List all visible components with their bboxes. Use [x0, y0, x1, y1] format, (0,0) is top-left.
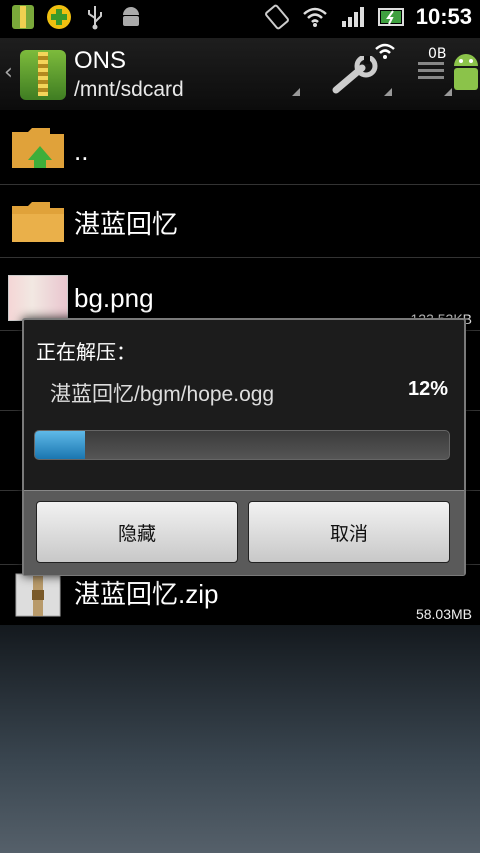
battery-icon	[377, 4, 404, 30]
hide-button[interactable]: 隐藏	[36, 501, 238, 563]
wallpaper	[0, 625, 480, 853]
app-title: ONS	[74, 47, 127, 74]
image-thumbnail-icon	[8, 275, 68, 321]
file-name: bg.png	[74, 283, 154, 313]
back-icon[interactable]: ‹	[4, 60, 13, 85]
tools-dropdown-icon[interactable]	[384, 88, 392, 96]
wifi-icon	[302, 4, 328, 30]
plus-icon	[46, 4, 72, 30]
file-size: 58.03MB	[415, 606, 472, 622]
notification-icon	[10, 4, 36, 30]
dialog-button-bar: 隐藏 取消	[24, 490, 464, 575]
extracting-file-name: 湛蓝回忆/bgm/hope.ogg	[50, 383, 275, 406]
folder-icon	[10, 198, 66, 244]
progress-percent: 12%	[407, 378, 448, 400]
clock: 10:53	[415, 4, 472, 29]
tools-icon[interactable]	[332, 54, 392, 96]
app-logo-icon	[20, 50, 66, 100]
path-dropdown-icon[interactable]	[292, 88, 300, 96]
zip-archive-icon	[10, 572, 66, 618]
extract-progress-dialog: 正在解压： 湛蓝回忆/bgm/hope.ogg 12% 隐藏 取消	[22, 318, 466, 576]
bytes-label: 0B	[428, 46, 447, 62]
rotate-icon	[264, 4, 290, 30]
parent-folder-icon	[10, 124, 66, 170]
file-name: 湛蓝回忆	[74, 209, 179, 239]
file-name: ..	[74, 136, 89, 166]
progress-fill	[35, 431, 85, 459]
current-path[interactable]: /mnt/sdcard	[74, 78, 184, 102]
list-item[interactable]: 湛蓝回忆	[0, 184, 480, 258]
options-dropdown-icon[interactable]	[444, 88, 452, 96]
status-bar: 10:53	[0, 0, 480, 38]
signal-icon	[340, 4, 366, 30]
cancel-button[interactable]: 取消	[248, 501, 450, 563]
android-mascot-icon[interactable]	[452, 46, 480, 104]
app-header: ‹ ONS /mnt/sdcard 0B	[0, 38, 480, 110]
usb-icon	[82, 4, 108, 30]
android-icon	[118, 4, 144, 30]
dialog-title: 正在解压：	[36, 340, 136, 364]
list-item[interactable]: ..	[0, 110, 480, 185]
file-name: 湛蓝回忆.zip	[74, 579, 219, 609]
progress-bar	[34, 430, 450, 460]
